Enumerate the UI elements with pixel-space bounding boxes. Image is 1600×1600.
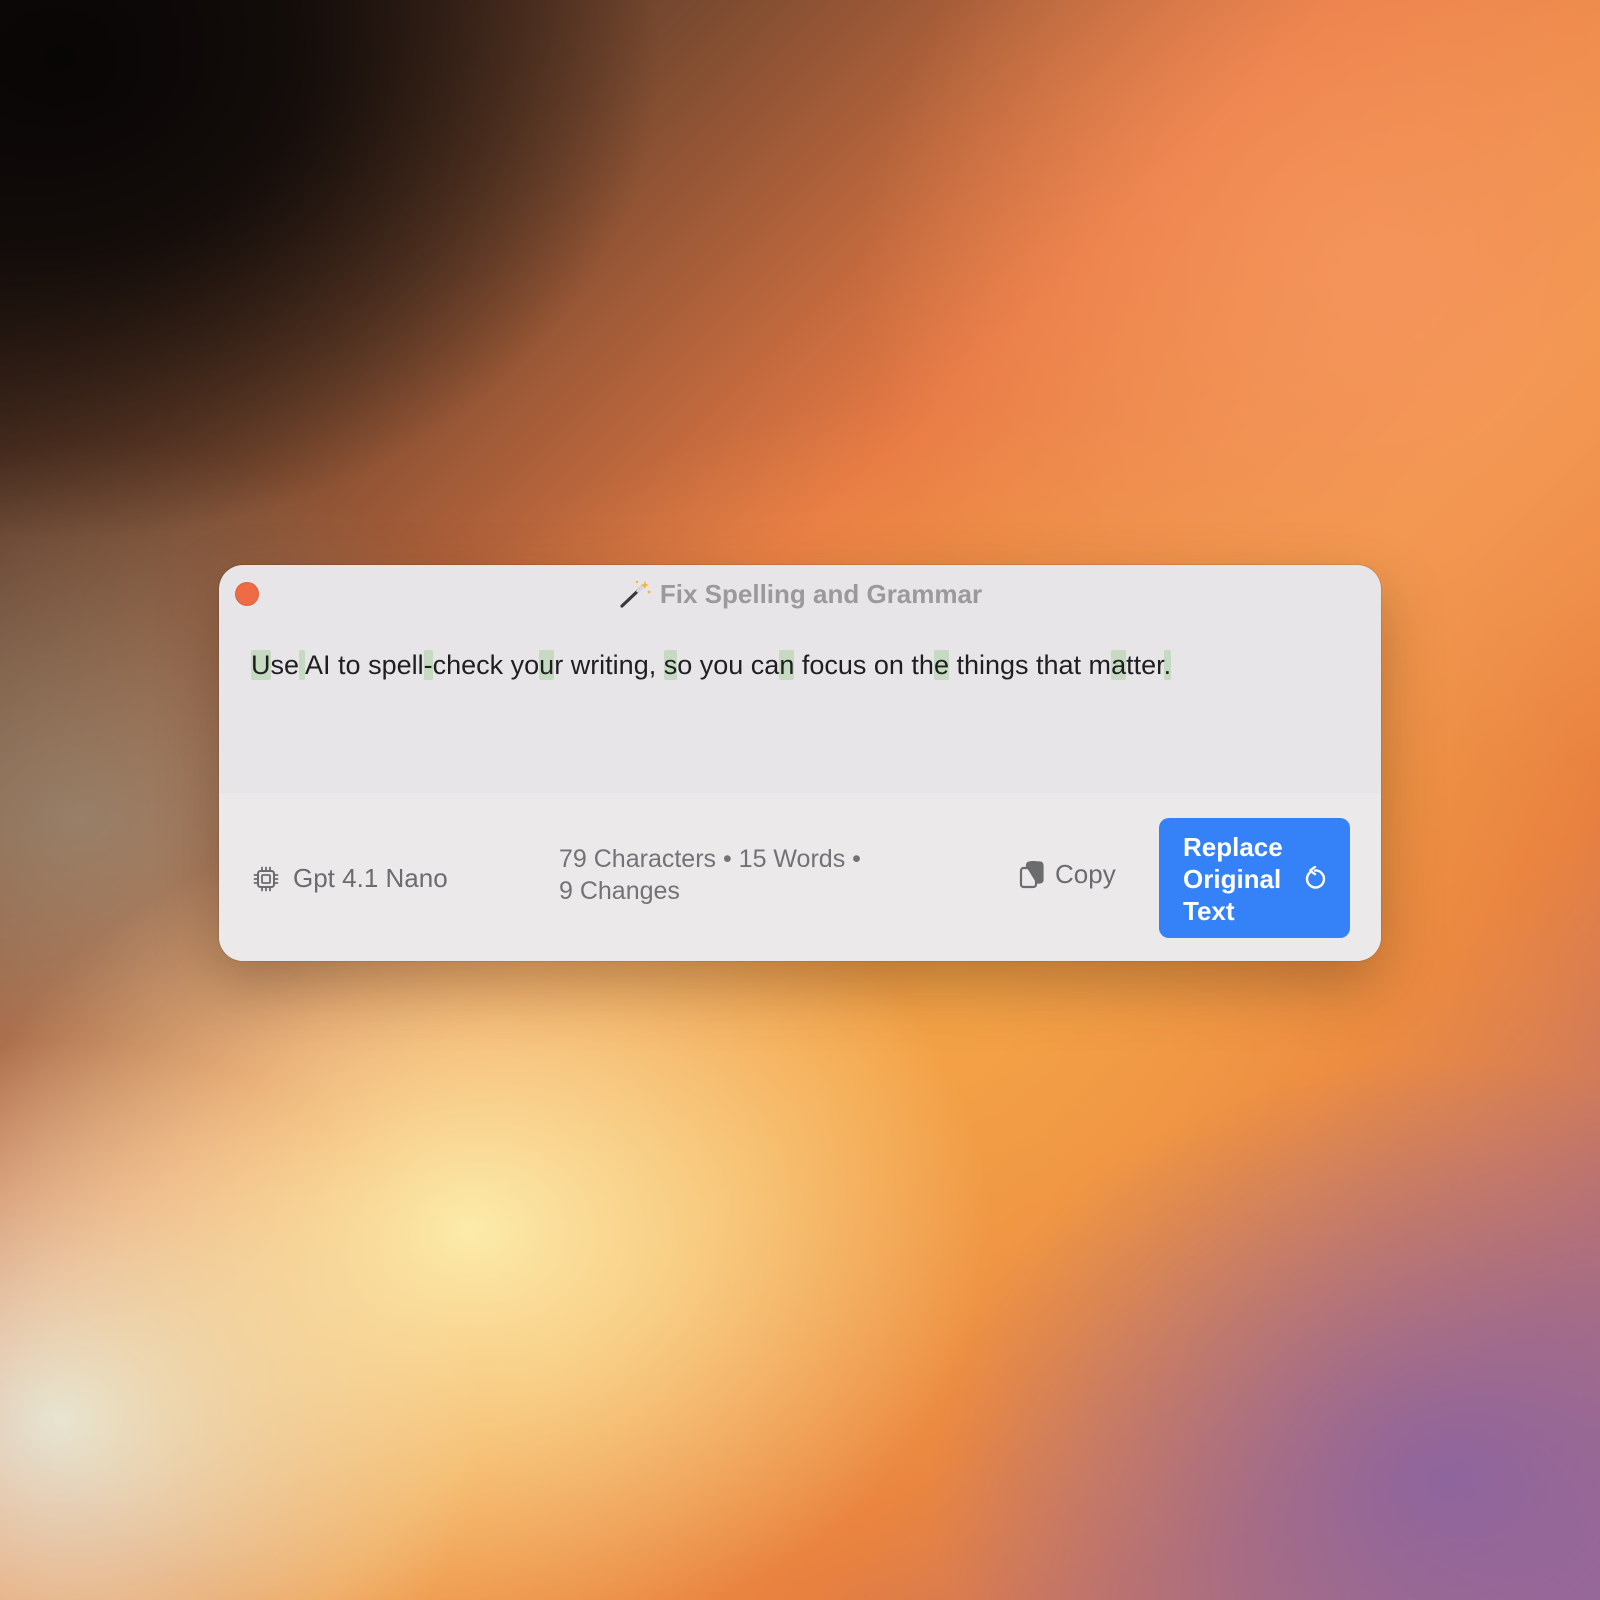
- changed-segment: -: [423, 650, 433, 680]
- changed-segment: s: [663, 650, 678, 680]
- changed-segment: n: [779, 650, 795, 680]
- changed-segment: e: [933, 650, 949, 680]
- desktop-background: Fix Spelling and Grammar Use AI to spell…: [0, 0, 1600, 1600]
- text-segment: focus on th: [794, 650, 934, 680]
- changed-segment: u: [539, 650, 555, 680]
- changed-segment: U: [251, 650, 271, 680]
- model-selector[interactable]: Gpt 4.1 Nano: [253, 863, 448, 894]
- title-bar: Fix Spelling and Grammar: [219, 565, 1381, 621]
- undo-icon: [1305, 866, 1326, 889]
- stats-line-1: 79 Characters • 15 Words •: [559, 845, 861, 873]
- replace-original-text-button[interactable]: Replace Original Text: [1159, 818, 1350, 938]
- text-segment: se: [270, 650, 300, 680]
- window-title-text: Fix Spelling and Grammar: [659, 579, 983, 609]
- text-segment: AI to spell: [305, 650, 424, 680]
- replace-label: Replace Original Text: [1183, 832, 1283, 926]
- chip-icon: [253, 866, 279, 891]
- changed-segment: a: [1111, 650, 1127, 680]
- text-segment: o you ca: [677, 650, 780, 680]
- model-name: Gpt 4.1 Nano: [293, 863, 448, 893]
- text-segment: things that m: [948, 650, 1112, 680]
- magic-wand-icon: [620, 580, 651, 608]
- stats-line-2: 9 Changes: [559, 877, 680, 905]
- clipboard-icon: [1019, 860, 1044, 888]
- copy-button[interactable]: Copy: [1019, 859, 1116, 890]
- text-segment: r writing,: [554, 650, 664, 680]
- text-stats: 79 Characters • 15 Words • 9 Changes: [559, 843, 919, 907]
- copy-label: Copy: [1055, 859, 1116, 889]
- text-segment: check yo: [432, 650, 540, 680]
- changed-segment: .: [1163, 650, 1172, 680]
- corrected-text: Use AI to spell-check your writing, so y…: [251, 645, 1349, 685]
- window-title: Fix Spelling and Grammar: [219, 579, 1381, 610]
- text-segment: tter: [1126, 650, 1164, 680]
